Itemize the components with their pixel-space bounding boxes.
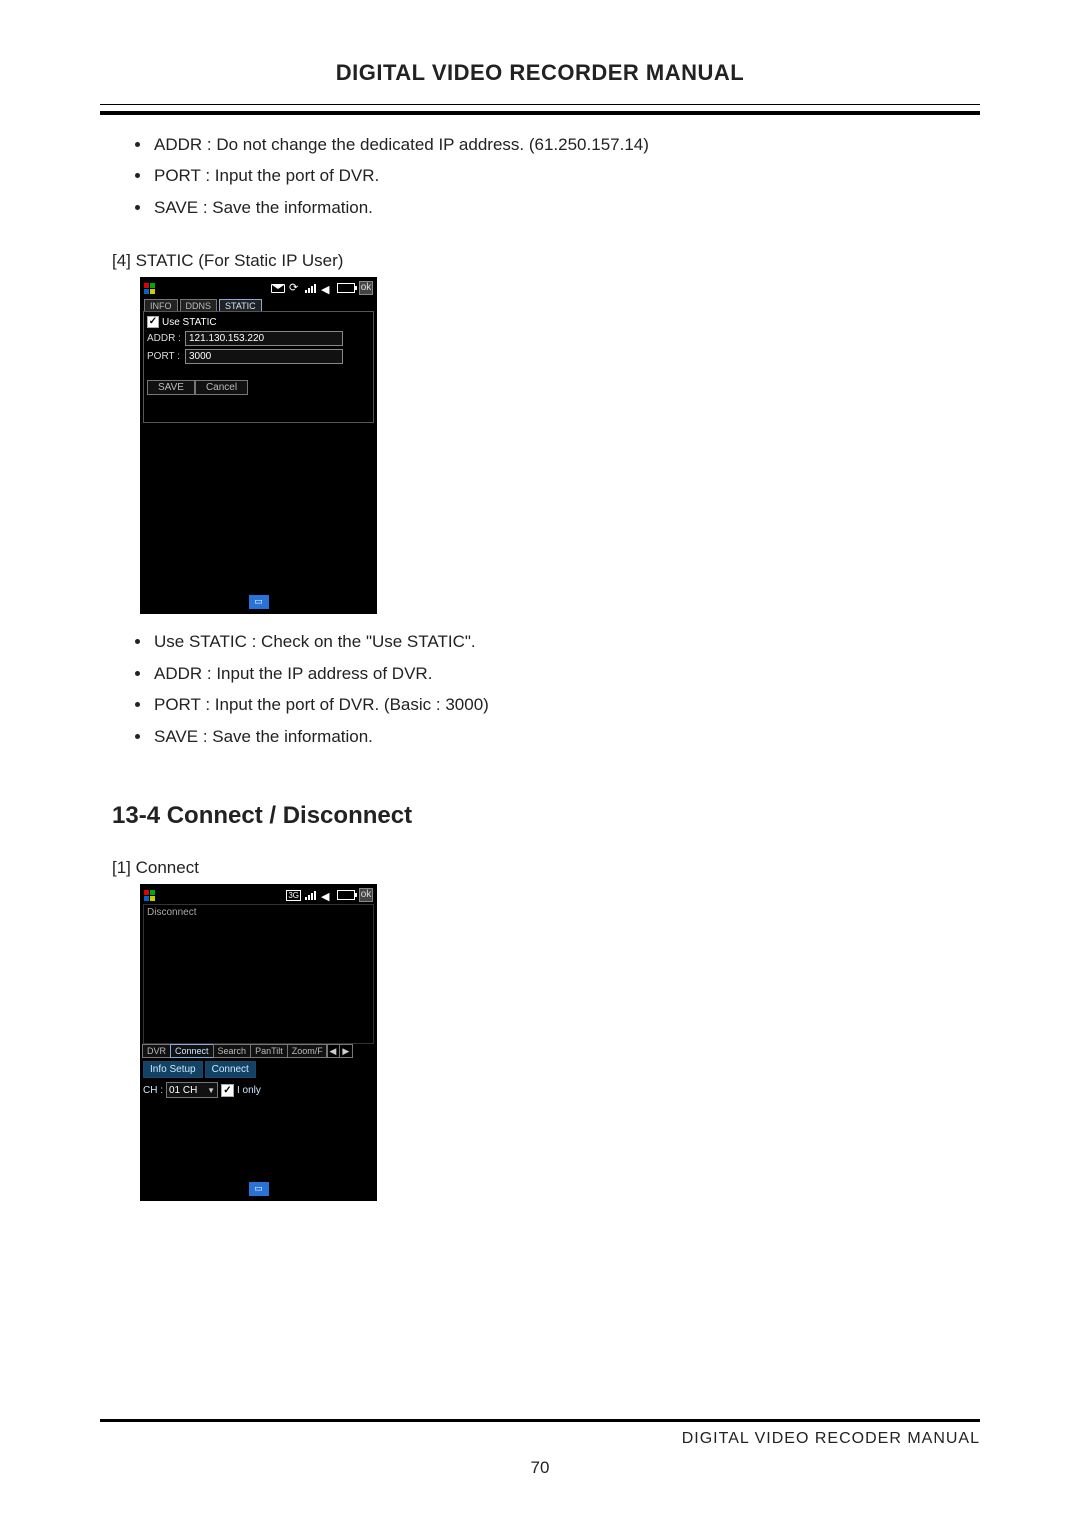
connect-subtabs: Info Setup Connect bbox=[143, 1061, 374, 1078]
sync-icon: ⟳ bbox=[289, 283, 301, 293]
tab-pantilt[interactable]: PanTilt bbox=[250, 1044, 288, 1058]
page-header-title: DIGITAL VIDEO RECORDER MANUAL bbox=[100, 60, 980, 86]
speaker-icon: ◀ bbox=[321, 890, 333, 900]
control-tabs: DVR Connect Search PanTilt Zoom/F ◀ ▶ bbox=[141, 1044, 376, 1058]
checkbox-icon[interactable]: ✓ bbox=[147, 316, 159, 328]
tab-scroll-right[interactable]: ▶ bbox=[339, 1044, 353, 1058]
net-3g-icon: 3G bbox=[286, 890, 301, 901]
start-flag-icon bbox=[143, 282, 157, 294]
tab-zoomf[interactable]: Zoom/F bbox=[287, 1044, 328, 1058]
settings-tabs: INFO DDNS STATIC bbox=[141, 296, 376, 311]
tab-connect[interactable]: Connect bbox=[170, 1044, 214, 1058]
tab-static[interactable]: STATIC bbox=[219, 299, 262, 311]
header-rule-thick bbox=[100, 111, 980, 115]
mail-icon bbox=[271, 284, 285, 293]
header-rule-thin bbox=[100, 104, 980, 105]
use-static-checkbox-row[interactable]: ✓ Use STATIC bbox=[147, 316, 370, 328]
channel-row: CH : 01 CH ▼ ✓ I only bbox=[143, 1082, 374, 1098]
battery-icon bbox=[337, 890, 355, 900]
list-item: PORT : Input the port of DVR. (Basic : 3… bbox=[152, 689, 980, 720]
save-button[interactable]: SAVE bbox=[147, 380, 195, 395]
list-item: SAVE : Save the information. bbox=[152, 192, 980, 223]
dvr-connect-screenshot: 3G ◀ ok Disconnect DVR Connect Search Pa… bbox=[140, 884, 377, 1201]
home-button[interactable]: ▭ bbox=[249, 1182, 269, 1196]
signal-icon bbox=[305, 890, 317, 900]
port-input[interactable]: 3000 bbox=[185, 349, 343, 364]
footer-text: DIGITAL VIDEO RECODER MANUAL bbox=[100, 1430, 980, 1448]
use-static-label: Use STATIC bbox=[162, 317, 217, 328]
cancel-button[interactable]: Cancel bbox=[195, 380, 248, 395]
addr-port-save-list-1: ADDR : Do not change the dedicated IP ad… bbox=[152, 129, 980, 223]
tab-scroll-left[interactable]: ◀ bbox=[326, 1044, 340, 1058]
channel-value: 01 CH bbox=[169, 1085, 197, 1096]
connect-caption: [1] Connect bbox=[112, 858, 980, 878]
list-item: PORT : Input the port of DVR. bbox=[152, 160, 980, 191]
subtab-connect[interactable]: Connect bbox=[205, 1061, 256, 1078]
chevron-down-icon: ▼ bbox=[207, 1086, 215, 1095]
ch-label: CH : bbox=[143, 1085, 163, 1096]
video-preview-area: Disconnect bbox=[143, 904, 374, 1044]
list-item: SAVE : Save the information. bbox=[152, 721, 980, 752]
static-caption: [4] STATIC (For Static IP User) bbox=[112, 251, 980, 271]
footer-page-number: 70 bbox=[100, 1458, 980, 1478]
home-button[interactable]: ▭ bbox=[249, 595, 269, 609]
subtab-info-setup[interactable]: Info Setup bbox=[143, 1061, 203, 1078]
device-status-bar: 3G ◀ ok bbox=[141, 885, 376, 903]
i-only-checkbox[interactable]: ✓ bbox=[221, 1084, 234, 1097]
list-item: ADDR : Do not change the dedicated IP ad… bbox=[152, 129, 980, 160]
dvr-static-screenshot: ⟳ ◀ ok INFO DDNS STATIC ✓ Use STATIC bbox=[140, 277, 377, 614]
static-description-list: Use STATIC : Check on the "Use STATIC". … bbox=[152, 626, 980, 752]
start-flag-icon bbox=[143, 889, 157, 901]
disconnect-label[interactable]: Disconnect bbox=[144, 905, 373, 920]
tab-dvr[interactable]: DVR bbox=[142, 1044, 171, 1058]
port-label: PORT : bbox=[147, 351, 181, 362]
addr-label: ADDR : bbox=[147, 333, 181, 344]
close-icon[interactable]: ok bbox=[359, 281, 373, 295]
battery-icon bbox=[337, 283, 355, 293]
i-only-label: I only bbox=[237, 1085, 261, 1096]
tab-search[interactable]: Search bbox=[213, 1044, 252, 1058]
tab-ddns[interactable]: DDNS bbox=[180, 299, 218, 311]
tab-info[interactable]: INFO bbox=[144, 299, 178, 311]
section-heading-connect: 13-4 Connect / Disconnect bbox=[112, 802, 980, 830]
static-panel: ✓ Use STATIC ADDR : 121.130.153.220 PORT… bbox=[143, 311, 374, 423]
footer-rule bbox=[100, 1419, 980, 1422]
list-item: Use STATIC : Check on the "Use STATIC". bbox=[152, 626, 980, 657]
signal-icon bbox=[305, 283, 317, 293]
list-item: ADDR : Input the IP address of DVR. bbox=[152, 658, 980, 689]
close-icon[interactable]: ok bbox=[359, 888, 373, 902]
channel-select[interactable]: 01 CH ▼ bbox=[166, 1082, 218, 1098]
device-status-bar: ⟳ ◀ ok bbox=[141, 278, 376, 296]
addr-input[interactable]: 121.130.153.220 bbox=[185, 331, 343, 346]
speaker-icon: ◀ bbox=[321, 283, 333, 293]
